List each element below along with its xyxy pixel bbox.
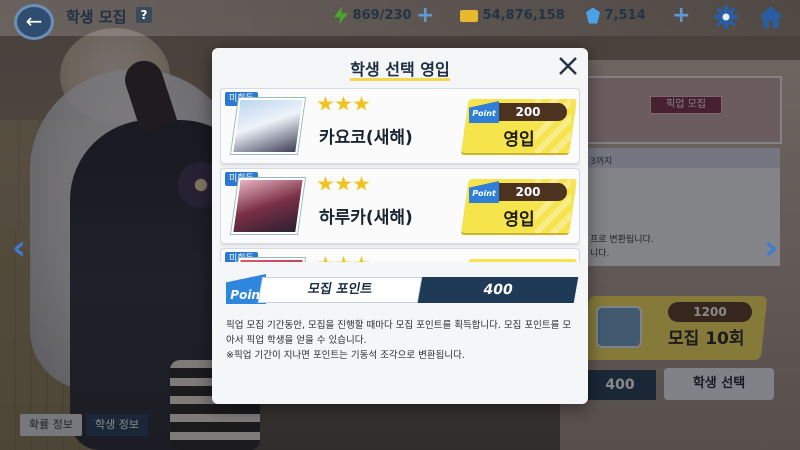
ap-value: 869/230 [352,8,412,23]
student-portrait [231,178,305,234]
help-icon[interactable]: ? [136,7,152,23]
ap-display: 869/230 [334,5,412,27]
recruit-button[interactable] [461,259,577,262]
student-portrait [231,98,305,154]
gem-icon [586,7,600,24]
gem-value: 7,514 [604,8,646,23]
star-icon [317,96,334,111]
credit-value: 54,876,158 [482,8,565,23]
star-icon [317,176,334,191]
home-icon[interactable] [758,4,784,30]
gem-plus-button[interactable]: + [672,4,690,28]
recruit-button[interactable]: 200 Point 영입 [461,179,577,233]
recruit-label: 영입 [503,130,535,150]
credit-icon [460,9,478,22]
star-rating [317,96,371,116]
student-list-item: 미획득 카요코(새해) 200 Point 영입 [220,88,580,164]
recruit-point-description: 픽업 모집 기간동안, 모집을 진행할 때마다 모집 포인트를 획득합니다. 모… [226,318,576,363]
recruit-label: 영입 [503,210,535,230]
recruit-point-label: 모집 포인트 [257,277,423,303]
prev-arrow-icon[interactable]: ‹ [12,228,26,268]
star-icon [317,256,334,262]
ap-plus-button[interactable]: + [416,4,434,28]
recruit-cost: 200 [489,183,567,201]
star-icon [335,96,352,111]
student-name: 하루카(새해) [319,208,413,228]
recruit-button[interactable]: 200 Point 영입 [461,99,577,153]
student-portrait [231,258,305,262]
student-list[interactable]: 미획득 카요코(새해) 200 Point 영입 미획득 하루카(새해) 200… [220,88,580,262]
student-list-item: 미획득 [220,248,580,262]
recruit-cost: 200 [489,103,567,121]
credit-display: 54,876,158 [460,5,565,27]
star-icon [353,96,370,111]
student-select-modal: 학생 선택 영입 미획득 카요코(새해) 200 Point 영입 미획득 하루… [212,48,588,404]
student-name: 카요코(새해) [319,128,413,148]
back-button[interactable]: ← [14,4,54,40]
description-line: 픽업 모집 기간동안, 모집을 진행할 때마다 모집 포인트를 획득합니다. 모… [226,320,572,346]
star-rating [317,256,371,262]
modal-title: 학생 선택 영입 [350,60,450,79]
top-bar: ← 학생 모집 ? 869/230 + 54,876,158 7,514 + [0,0,800,40]
description-line: ※픽업 기간이 지나면 포인트는 기동석 조각으로 변환됩니다. [226,350,465,361]
next-arrow-icon[interactable]: › [764,228,778,268]
student-list-item: 미획득 하루카(새해) 200 Point 영입 [220,168,580,244]
ap-icon [334,6,348,25]
page-title: 학생 모집 [66,8,127,26]
star-rating [317,176,371,196]
star-icon [335,176,352,191]
close-icon[interactable] [556,54,580,78]
star-icon [335,256,352,262]
gem-display: 7,514 [586,5,646,27]
recruit-point-bar: Point 모집 포인트 400 [226,272,579,304]
gear-icon[interactable] [714,5,738,29]
star-icon [353,176,370,191]
star-icon [353,256,370,262]
recruit-point-value: 400 [417,277,579,303]
recruit-button-bg [461,259,577,262]
